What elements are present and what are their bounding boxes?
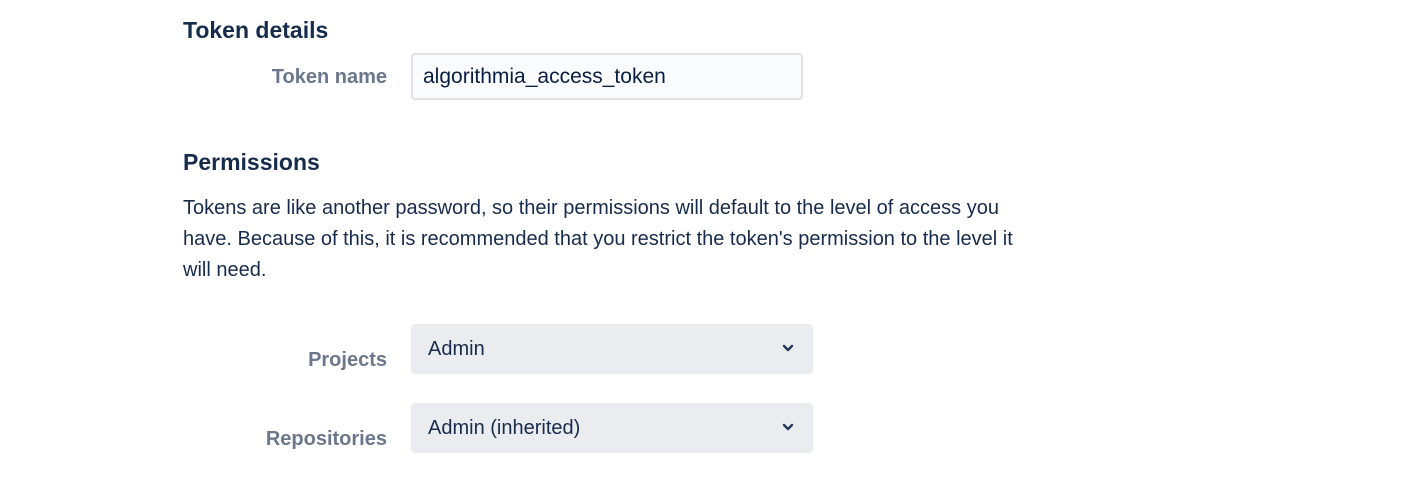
- permissions-heading: Permissions: [183, 149, 320, 175]
- repositories-label: Repositories: [265, 428, 387, 450]
- token-details-heading: Token details: [183, 17, 329, 43]
- token-name-input[interactable]: [411, 53, 803, 100]
- repositories-selected-value: Admin (inherited): [428, 417, 581, 439]
- projects-selected-value: Admin: [428, 338, 485, 360]
- chevron-down-icon: [782, 423, 794, 431]
- projects-label: Projects: [308, 349, 387, 371]
- token-name-label: Token name: [271, 66, 387, 88]
- repositories-permission-select[interactable]: Admin (inherited): [411, 403, 813, 453]
- projects-permission-select[interactable]: Admin: [411, 324, 813, 374]
- chevron-down-icon: [782, 344, 794, 352]
- token-form: Token details Token name Permissions Tok…: [0, 0, 1428, 480]
- permissions-description: Tokens are like another password, so the…: [183, 197, 1013, 281]
